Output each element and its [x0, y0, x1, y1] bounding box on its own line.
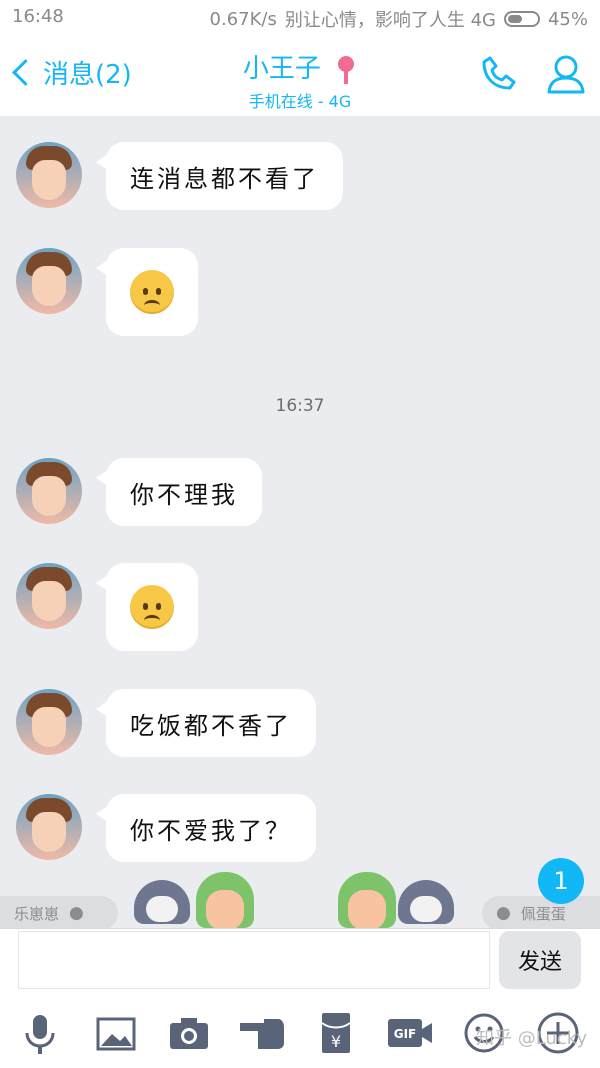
paw-icon: ● — [496, 903, 511, 923]
red-packet-icon[interactable]: ¥ — [312, 1009, 360, 1057]
message-row: 你不理我 — [16, 458, 262, 526]
message-bubble[interactable] — [96, 563, 198, 651]
message-row: 连消息都不看了 — [16, 142, 343, 210]
chat-header: 消息(2) 小王子 手机在线 - 4G — [0, 34, 600, 116]
message-bubble[interactable]: 你不理我 — [96, 458, 262, 526]
chat-timestamp: 16:37 — [275, 396, 325, 416]
avatar[interactable] — [16, 248, 82, 314]
camera-icon[interactable] — [165, 1009, 213, 1057]
message-bubble[interactable]: 连消息都不看了 — [96, 142, 343, 210]
message-bubble[interactable]: 吃饭都不香了 — [96, 689, 316, 757]
couple-left-name: 乐崽崽 — [14, 904, 60, 923]
message-row — [16, 563, 198, 651]
avatar[interactable] — [16, 794, 82, 860]
message-bubble[interactable] — [96, 248, 198, 336]
contact-name: 小王子 — [242, 54, 321, 84]
message-input[interactable] — [18, 931, 490, 989]
poke-icon[interactable] — [238, 1009, 286, 1057]
avatar[interactable] — [16, 142, 82, 208]
avatar[interactable] — [16, 458, 82, 524]
profile-icon[interactable] — [544, 52, 588, 96]
battery-icon — [503, 11, 540, 27]
microphone-icon[interactable] — [16, 1009, 64, 1057]
couple-right-name: 佩蛋蛋 — [520, 904, 566, 923]
sad-emoji-icon — [130, 270, 174, 314]
cat-sticker — [134, 870, 194, 928]
paw-icon: ● — [69, 903, 84, 923]
battery-percent: 45% — [547, 8, 588, 30]
phone-icon[interactable] — [476, 52, 520, 96]
gif-icon[interactable]: GIF — [386, 1009, 434, 1057]
sad-emoji-icon — [130, 585, 174, 629]
lover-badge-icon — [335, 55, 357, 84]
svg-text:¥: ¥ — [331, 1032, 341, 1051]
avatar[interactable] — [16, 689, 82, 755]
watermark: 知乎 @Lucky — [476, 1028, 588, 1049]
message-row — [16, 248, 198, 336]
cat-sticker — [398, 870, 458, 928]
network-speed: 0.67K/s — [209, 8, 277, 30]
svg-text:GIF: GIF — [394, 1027, 417, 1041]
status-time: 16:48 — [12, 6, 64, 27]
frog-hood-sticker — [338, 872, 396, 930]
couple-right-pill[interactable]: ● 佩蛋蛋 — [482, 896, 600, 930]
carrier-text: 别让心情，影响了人生 4G — [284, 10, 496, 31]
send-button[interactable]: 发送 — [499, 931, 581, 989]
status-right: 0.67K/s 别让心情，影响了人生 4G 45% — [210, 6, 588, 32]
frog-hood-sticker — [196, 872, 254, 930]
avatar[interactable] — [16, 563, 82, 629]
message-row: 你不爱我了？ — [16, 794, 316, 862]
message-row: 吃饭都不香了 — [16, 689, 316, 757]
status-bar: 16:48 0.67K/s 别让心情，影响了人生 4G 45% — [0, 0, 600, 34]
notification-badge[interactable]: 1 — [538, 858, 584, 904]
message-bubble[interactable]: 你不爱我了？ — [96, 794, 316, 862]
image-icon[interactable] — [92, 1009, 140, 1057]
couple-left-pill[interactable]: 乐崽崽 ● — [0, 896, 118, 930]
